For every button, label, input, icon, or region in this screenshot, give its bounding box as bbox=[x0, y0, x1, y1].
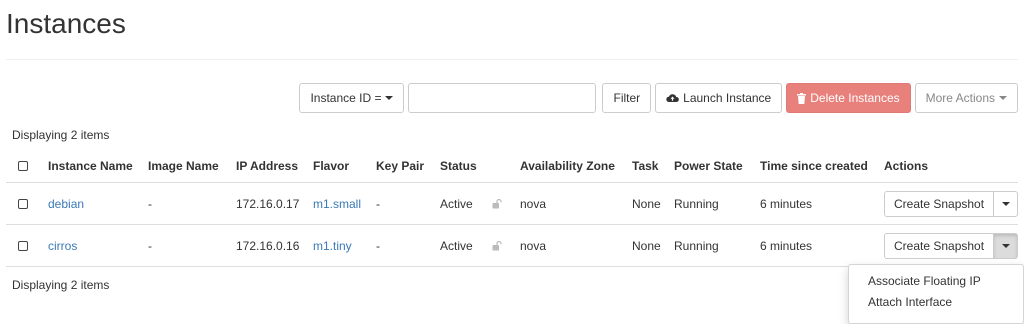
row-checkbox[interactable] bbox=[18, 198, 28, 209]
task-cell: None bbox=[632, 238, 661, 253]
row-actions: Create Snapshot bbox=[884, 191, 1019, 217]
flavor-link[interactable]: m1.tiny bbox=[313, 239, 352, 253]
instances-table: Instance Name Image Name IP Address Flav… bbox=[6, 150, 1019, 267]
time-since-created-cell: 6 minutes bbox=[760, 238, 813, 253]
flavor-link[interactable]: m1.small bbox=[313, 197, 361, 211]
select-all-cell bbox=[18, 150, 28, 182]
trash-icon bbox=[797, 92, 807, 104]
row-actions-toggle[interactable] bbox=[994, 191, 1019, 217]
table-header-row: Instance Name Image Name IP Address Flav… bbox=[6, 150, 1018, 183]
instance-name-link[interactable]: cirros bbox=[48, 239, 77, 253]
caret-down-icon bbox=[1001, 244, 1010, 248]
instance-name-link[interactable]: debian bbox=[48, 197, 84, 211]
table-toolbar: Instance ID = Filter Launch Instance Del… bbox=[299, 83, 1018, 113]
image-name-cell: - bbox=[148, 238, 152, 253]
row-actions: Create Snapshot bbox=[884, 233, 1019, 259]
delete-instances-label: Delete Instances bbox=[810, 91, 900, 105]
header-ip-address[interactable]: IP Address bbox=[236, 150, 298, 182]
table-row: cirros - 172.16.0.16 m1.tiny - Active no… bbox=[6, 225, 1019, 267]
delete-instances-button[interactable]: Delete Instances bbox=[786, 83, 911, 113]
key-pair-cell: - bbox=[376, 196, 380, 211]
header-flavor[interactable]: Flavor bbox=[313, 150, 349, 182]
title-divider bbox=[6, 59, 1018, 60]
cloud-upload-icon bbox=[666, 94, 680, 102]
table-row: debian - 172.16.0.17 m1.small - Active n… bbox=[6, 183, 1019, 225]
item-count-top: Displaying 2 items bbox=[12, 128, 110, 142]
time-since-created-cell: 6 minutes bbox=[760, 196, 813, 211]
key-pair-cell: - bbox=[376, 238, 380, 253]
caret-down-icon bbox=[1001, 202, 1010, 206]
launch-instance-button[interactable]: Launch Instance bbox=[655, 83, 783, 113]
header-time-since-created[interactable]: Time since created bbox=[760, 150, 868, 182]
more-actions-button[interactable]: More Actions bbox=[914, 83, 1018, 113]
header-availability-zone[interactable]: Availability Zone bbox=[520, 150, 615, 182]
availability-zone-cell: nova bbox=[520, 238, 547, 253]
task-cell: None bbox=[632, 196, 661, 211]
launch-instance-label: Launch Instance bbox=[683, 91, 772, 105]
ip-address-cell: 172.16.0.17 bbox=[236, 196, 300, 211]
header-instance-name[interactable]: Instance Name bbox=[48, 150, 133, 182]
image-name-cell: - bbox=[148, 196, 152, 211]
select-all-checkbox[interactable] bbox=[18, 161, 28, 171]
header-power-state[interactable]: Power State bbox=[674, 150, 743, 182]
status-cell: Active bbox=[440, 238, 473, 253]
unlocked-icon bbox=[492, 198, 502, 208]
filter-button[interactable]: Filter bbox=[602, 83, 652, 113]
header-actions: Actions bbox=[884, 159, 929, 173]
power-state-cell: Running bbox=[674, 196, 719, 211]
unlocked-icon bbox=[492, 240, 502, 250]
ip-address-cell: 172.16.0.16 bbox=[236, 238, 300, 253]
caret-down-icon bbox=[385, 96, 394, 100]
caret-down-icon bbox=[999, 96, 1007, 100]
power-state-cell: Running bbox=[674, 238, 719, 253]
header-status[interactable]: Status bbox=[440, 150, 477, 182]
item-count-bottom: Displaying 2 items bbox=[12, 278, 110, 292]
filter-field-select[interactable]: Instance ID = bbox=[299, 83, 405, 113]
create-snapshot-button[interactable]: Create Snapshot bbox=[884, 191, 995, 217]
create-snapshot-button[interactable]: Create Snapshot bbox=[884, 233, 995, 259]
menu-item-associate-floating-ip[interactable]: Associate Floating IP bbox=[849, 271, 1023, 292]
header-image-name[interactable]: Image Name bbox=[148, 150, 219, 182]
row-actions-menu: Associate Floating IP Attach Interface bbox=[848, 264, 1024, 324]
status-cell: Active bbox=[440, 196, 473, 211]
filter-field-label: Instance ID = bbox=[310, 91, 382, 105]
row-actions-toggle[interactable] bbox=[994, 233, 1019, 259]
menu-item-attach-interface[interactable]: Attach Interface bbox=[849, 292, 1023, 313]
page-title: Instances bbox=[6, 8, 126, 39]
header-task[interactable]: Task bbox=[632, 150, 658, 182]
availability-zone-cell: nova bbox=[520, 196, 547, 211]
more-actions-label: More Actions bbox=[925, 91, 995, 105]
filter-input[interactable] bbox=[408, 83, 597, 113]
header-key-pair[interactable]: Key Pair bbox=[376, 150, 424, 182]
row-checkbox[interactable] bbox=[18, 240, 28, 251]
